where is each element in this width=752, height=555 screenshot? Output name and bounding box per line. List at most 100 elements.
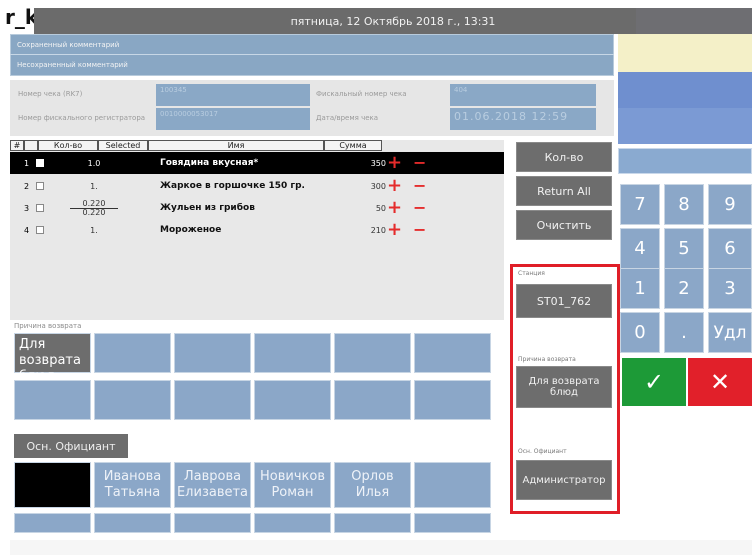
waiter-tile-empty[interactable] <box>14 462 91 508</box>
unsaved-comment[interactable]: Несохраненный комментарий <box>17 61 128 69</box>
minus-icon[interactable]: − <box>413 155 426 171</box>
key-3[interactable]: 3 <box>708 268 752 309</box>
table-row[interactable]: 3 0.220 0.220 Жульен из грибов 50 + − <box>10 197 504 219</box>
reason-tile-return[interactable]: Для возврата блюд <box>14 333 91 384</box>
key-2[interactable]: 2 <box>664 268 704 309</box>
reason-tile[interactable] <box>94 333 171 373</box>
column-header-selected: Selected <box>98 140 148 151</box>
plus-icon[interactable]: + <box>387 221 402 239</box>
waiter-tile[interactable]: Новичков Роман <box>254 462 331 508</box>
row-checkbox[interactable] <box>36 159 44 167</box>
key-1[interactable]: 1 <box>620 268 660 309</box>
reason-tile[interactable] <box>334 380 411 420</box>
waiter-tile[interactable] <box>94 513 171 533</box>
plus-icon[interactable]: + <box>387 177 402 195</box>
key-6[interactable]: 6 <box>708 228 752 269</box>
qty-button[interactable]: Кол-во <box>516 142 612 172</box>
table-header: # Кол-во Selected Имя Сумма <box>10 140 382 151</box>
table-row[interactable]: 1 1.0 Говядина вкусная* 350 + − <box>10 152 504 174</box>
row-number: 2 <box>24 181 30 191</box>
app-logo: r_k <box>5 5 39 29</box>
fiscal-reg-label: Номер фискального регистратора <box>18 114 146 122</box>
minus-icon[interactable]: − <box>413 178 426 194</box>
row-number: 1 <box>24 158 30 168</box>
qty-bottom: 0.220 <box>70 207 118 217</box>
key-delete[interactable]: Удл <box>708 312 752 353</box>
row-checkbox[interactable] <box>36 182 44 190</box>
waiter-tile[interactable]: Орлов Илья <box>334 462 411 508</box>
row-number: 3 <box>24 203 30 213</box>
key-9[interactable]: 9 <box>708 184 752 225</box>
column-header-qty: Кол-во <box>38 140 98 151</box>
row-qty: 0.220 0.220 <box>70 198 118 217</box>
comment-divider <box>10 54 614 55</box>
check-number-label: Номер чека (RK7) <box>18 90 83 98</box>
fiscal-check-field[interactable]: 404 <box>450 84 596 106</box>
clear-button[interactable]: Очистить <box>516 210 612 240</box>
reason-tile[interactable] <box>14 380 91 420</box>
ok-button[interactable]: ✓ <box>622 358 686 406</box>
row-name: Мороженое <box>160 225 222 235</box>
table-row[interactable]: 4 1. Мороженое 210 + − <box>10 219 504 241</box>
fiscal-check-label: Фискальный номер чека <box>316 90 407 98</box>
waiter-button[interactable]: Администратор <box>516 460 612 500</box>
key-4[interactable]: 4 <box>620 228 660 269</box>
receipt-datetime-field[interactable]: 01.06.2018 12:59 <box>450 108 596 130</box>
row-checkbox[interactable] <box>36 204 44 212</box>
numpad-panel <box>618 108 752 144</box>
row-name: Жульен из грибов <box>160 203 255 213</box>
reason-tile[interactable] <box>94 380 171 420</box>
row-checkbox[interactable] <box>36 226 44 234</box>
waiter-tab[interactable]: Осн. Официант <box>14 434 128 458</box>
cancel-button[interactable]: ✕ <box>688 358 752 406</box>
reason-tile[interactable] <box>414 380 491 420</box>
key-5[interactable]: 5 <box>664 228 704 269</box>
station-label: Станция <box>518 270 545 277</box>
reason-button[interactable]: Для возврата блюд <box>516 366 612 408</box>
waiter-tile[interactable] <box>414 513 491 533</box>
plus-icon[interactable]: + <box>387 199 402 217</box>
reason-tile[interactable] <box>174 333 251 373</box>
key-dot[interactable]: . <box>664 312 704 353</box>
row-name: Жаркое в горшочке 150 гр. <box>160 181 305 191</box>
row-sum: 210 <box>370 225 386 235</box>
reason-tile[interactable] <box>254 333 331 373</box>
saved-comment[interactable]: Сохраненный комментарий <box>17 41 119 49</box>
reason-tile[interactable] <box>414 333 491 373</box>
check-number-field[interactable]: 100345 <box>156 84 310 106</box>
row-sum: 350 <box>370 158 386 168</box>
key-8[interactable]: 8 <box>664 184 704 225</box>
minus-icon[interactable]: − <box>413 200 426 216</box>
waiter-tile[interactable] <box>174 513 251 533</box>
waiter-tile[interactable] <box>14 513 91 533</box>
station-button[interactable]: ST01_762 <box>516 284 612 318</box>
row-sum: 300 <box>370 181 386 191</box>
reason-tile[interactable] <box>334 333 411 373</box>
key-7[interactable]: 7 <box>620 184 660 225</box>
waiter-tile[interactable]: Лаврова Елизавета <box>174 462 251 508</box>
waiter-tile[interactable] <box>334 513 411 533</box>
waiter-tile[interactable]: Иванова Татьяна <box>94 462 171 508</box>
numpad-panel <box>618 72 752 108</box>
key-0[interactable]: 0 <box>620 312 660 353</box>
row-qty: 1. <box>90 225 98 235</box>
numpad-info <box>618 34 752 72</box>
datetime-label: пятница, 12 Октябрь 2018 г., 13:31 <box>290 14 496 28</box>
plus-icon[interactable]: + <box>387 154 402 172</box>
waiter-label-side: Осн. Официант <box>518 448 567 455</box>
minus-icon[interactable]: − <box>413 222 426 238</box>
x-icon: ✕ <box>709 368 731 396</box>
column-header-name: Имя <box>148 140 324 151</box>
fiscal-reg-field[interactable]: 0010000053017 <box>156 108 310 130</box>
table-row[interactable]: 2 1. Жаркое в горшочке 150 гр. 300 + − <box>10 175 504 197</box>
row-qty: 1.0 <box>87 158 101 168</box>
return-all-button[interactable]: Return All <box>516 176 612 206</box>
reason-tile[interactable] <box>254 380 331 420</box>
qty-top: 0.220 <box>82 198 106 208</box>
waiter-tile[interactable] <box>254 513 331 533</box>
title-bar-right <box>636 8 752 34</box>
numpad-display[interactable] <box>618 148 752 174</box>
waiter-tile[interactable] <box>414 462 491 508</box>
reason-tile[interactable] <box>174 380 251 420</box>
row-sum: 50 <box>375 203 386 213</box>
